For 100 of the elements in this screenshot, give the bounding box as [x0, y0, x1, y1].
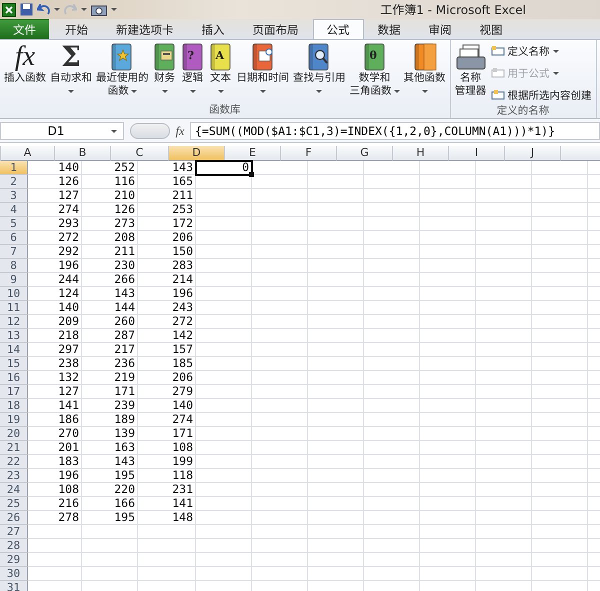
- table-cell: 141: [28, 399, 82, 413]
- table-cell: [364, 273, 420, 287]
- name-box[interactable]: D1: [0, 122, 124, 140]
- resize-grip[interactable]: [130, 123, 170, 139]
- row-header[interactable]: 2: [0, 175, 28, 189]
- column-header[interactable]: H: [393, 146, 449, 161]
- row-header[interactable]: 12: [0, 315, 28, 329]
- row-header[interactable]: 15: [0, 357, 28, 371]
- table-cell: [364, 399, 420, 413]
- column-header[interactable]: J: [505, 146, 561, 161]
- row-header[interactable]: 1: [0, 161, 28, 175]
- row-header[interactable]: 31: [0, 581, 28, 591]
- table-cell: 116: [82, 175, 138, 189]
- ribbon-tab[interactable]: 页面布局: [238, 19, 312, 39]
- row-header[interactable]: 30: [0, 567, 28, 581]
- row-header[interactable]: 23: [0, 469, 28, 483]
- row-header[interactable]: 25: [0, 497, 28, 511]
- row-header[interactable]: 26: [0, 511, 28, 525]
- table-cell: [252, 385, 308, 399]
- row-header[interactable]: 6: [0, 231, 28, 245]
- row-header[interactable]: 9: [0, 273, 28, 287]
- ribbon-button[interactable]: 最近使用的 函数: [94, 40, 150, 99]
- fill-handle[interactable]: [249, 172, 254, 177]
- undo-icon[interactable]: [37, 4, 50, 16]
- ribbon-button[interactable]: 日期和时间: [234, 40, 291, 98]
- file-tab[interactable]: 文件: [0, 19, 49, 39]
- table-cell: [476, 427, 532, 441]
- ribbon-tab[interactable]: 新建选项卡: [102, 19, 188, 39]
- table-cell: [28, 539, 82, 553]
- table-cell: [252, 203, 308, 217]
- row-header[interactable]: 17: [0, 385, 28, 399]
- table-cell: 283: [138, 259, 196, 273]
- table-cell: [420, 203, 476, 217]
- ribbon-tab[interactable]: 公式: [312, 19, 364, 39]
- insert-function-button[interactable]: fx: [170, 124, 190, 138]
- table-cell: [308, 497, 364, 511]
- column-header[interactable]: B: [55, 146, 111, 161]
- ribbon-button[interactable]: 查找与引用: [291, 40, 348, 98]
- ribbon-tab[interactable]: 开始: [51, 19, 102, 39]
- table-cell: [476, 259, 532, 273]
- row-header[interactable]: 14: [0, 343, 28, 357]
- row-header[interactable]: 27: [0, 525, 28, 539]
- row-header[interactable]: 10: [0, 287, 28, 301]
- camera-icon[interactable]: [91, 4, 107, 16]
- ribbon-button[interactable]: 财务: [150, 40, 178, 98]
- row-header[interactable]: 21: [0, 441, 28, 455]
- row-header[interactable]: 19: [0, 413, 28, 427]
- ribbon-button[interactable]: Σ 自动求和: [48, 40, 94, 98]
- row-header[interactable]: 8: [0, 259, 28, 273]
- table-cell: [476, 343, 532, 357]
- row-header[interactable]: 3: [0, 189, 28, 203]
- row-header[interactable]: 22: [0, 455, 28, 469]
- row-header[interactable]: 13: [0, 329, 28, 343]
- column-header[interactable]: G: [337, 146, 393, 161]
- column-header[interactable]: E: [225, 146, 281, 161]
- column-header[interactable]: A: [1, 146, 55, 161]
- table-cell: [252, 245, 308, 259]
- caret-icon[interactable]: [111, 130, 117, 132]
- table-cell: [420, 525, 476, 539]
- table-cell: 211: [138, 189, 196, 203]
- customize-caret-icon[interactable]: [111, 8, 117, 11]
- row-header[interactable]: 5: [0, 217, 28, 231]
- table-cell: [196, 427, 252, 441]
- ribbon-tab[interactable]: 数据: [364, 19, 414, 39]
- ribbon-button[interactable]: A 文本: [206, 40, 234, 98]
- row-header[interactable]: 11: [0, 301, 28, 315]
- row-header[interactable]: 7: [0, 245, 28, 259]
- row-header[interactable]: 28: [0, 539, 28, 553]
- column-header[interactable]: C: [111, 146, 169, 161]
- table-cell: [252, 525, 308, 539]
- table-cell: 127: [28, 385, 82, 399]
- save-icon[interactable]: [20, 3, 33, 16]
- row-header[interactable]: 16: [0, 371, 28, 385]
- table-cell: 273: [82, 217, 138, 231]
- column-header[interactable]: D: [169, 146, 225, 161]
- formula-field[interactable]: {=SUM((MOD($A1:$C1,3)=INDEX({1,2,0},COLUMN(A1)))*1)}: [190, 122, 600, 140]
- row-header[interactable]: 20: [0, 427, 28, 441]
- row-header[interactable]: 29: [0, 553, 28, 567]
- ribbon-button[interactable]: 名称 管理器: [452, 40, 488, 99]
- column-header[interactable]: F: [281, 146, 337, 161]
- ribbon-button[interactable]: fx 插入函数: [2, 40, 48, 86]
- ribbon-button[interactable]: 其他函数: [402, 40, 448, 98]
- table-cell: 239: [82, 399, 138, 413]
- ribbon-small-button[interactable]: 根据所选内容创建: [488, 85, 594, 105]
- row-header[interactable]: 4: [0, 203, 28, 217]
- ribbon-tab[interactable]: 审阅: [414, 19, 466, 39]
- ribbon-small-button[interactable]: 定义名称: [488, 41, 594, 61]
- caret-icon[interactable]: [81, 8, 87, 11]
- column-header[interactable]: I: [449, 146, 505, 161]
- book-icon: ?: [180, 42, 204, 72]
- ribbon-button[interactable]: ? 逻辑: [178, 40, 206, 98]
- row-header[interactable]: 18: [0, 399, 28, 413]
- ribbon-button[interactable]: θ 数学和 三角函数: [348, 40, 402, 99]
- table-cell: [420, 343, 476, 357]
- caret-icon[interactable]: [54, 8, 60, 11]
- table-cell: [476, 441, 532, 455]
- ribbon-tab[interactable]: 插入: [188, 19, 238, 39]
- ribbon-tab[interactable]: 视图: [466, 19, 516, 39]
- table-cell: [196, 441, 252, 455]
- row-header[interactable]: 24: [0, 483, 28, 497]
